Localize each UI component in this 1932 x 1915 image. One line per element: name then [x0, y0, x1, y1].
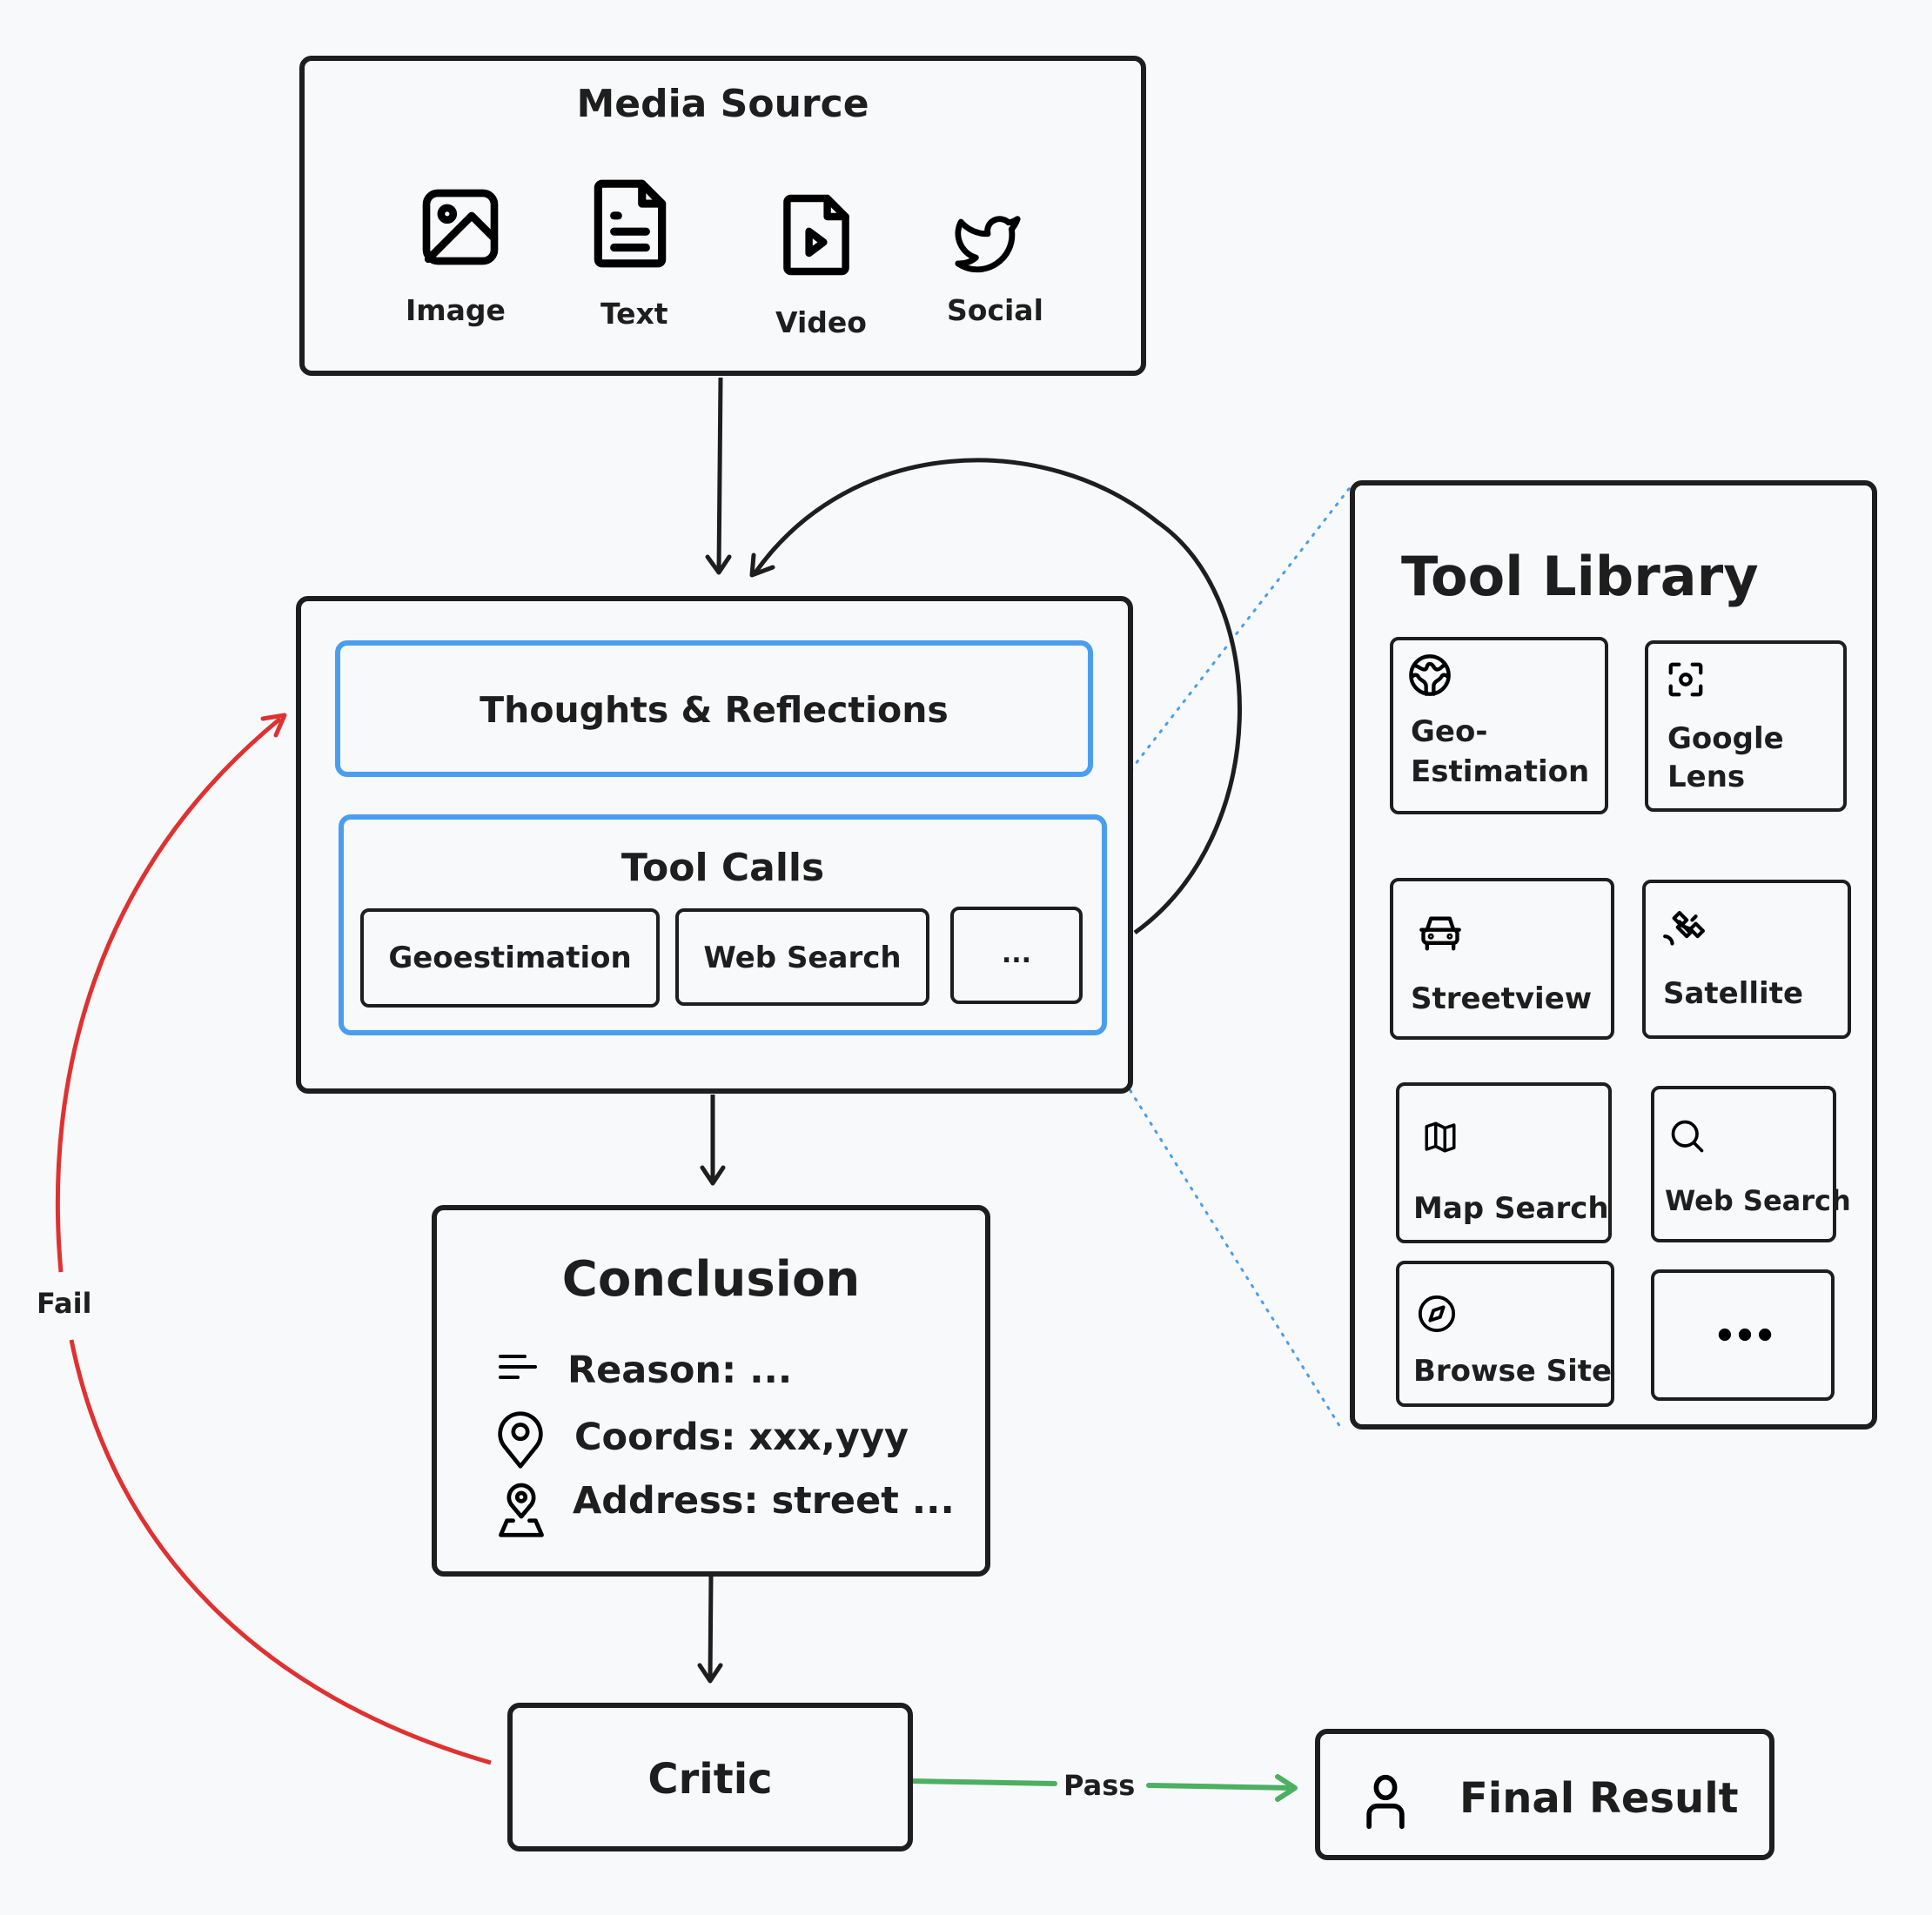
final-result-node: Final Result [1315, 1729, 1774, 1860]
conclusion-address: Address: street ... [573, 1479, 955, 1523]
media-item-label-text: Text [600, 297, 668, 331]
media-item-label-image: Image [406, 293, 506, 327]
document-text-icon [589, 176, 671, 271]
conclusion-title: Conclusion [561, 1251, 861, 1308]
tool-card-web-search[interactable]: Web Search [1651, 1086, 1851, 1242]
tool-card-streetview[interactable]: Streetview [1390, 878, 1614, 1040]
media-item-label-social: Social [947, 293, 1043, 327]
agent-panel: Thoughts & Reflections Tool Calls Geoest… [296, 596, 1133, 1094]
arrow-conclusion-to-critic [708, 1576, 714, 1680]
tool-call-label: ... [1001, 939, 1032, 969]
pass-edge-label: Pass [1063, 1769, 1136, 1802]
focus-scan-icon [1666, 660, 1706, 700]
arrowhead-loop [749, 552, 775, 578]
thoughts-reflections-label: Thoughts & Reflections [480, 689, 949, 731]
tool-card-label: Browse Site [1413, 1354, 1613, 1389]
text-lines-icon [496, 1349, 540, 1384]
media-item-label-video: Video [775, 305, 867, 339]
map-icon [1422, 1119, 1459, 1155]
map-location-icon [496, 1482, 547, 1539]
tool-card-geo-estimation[interactable]: Geo- Estimation [1390, 637, 1608, 814]
tool-call-label: Geoestimation [388, 941, 632, 975]
critic-node: Critic [507, 1703, 913, 1851]
tool-call-geoestimation[interactable]: Geoestimation [360, 908, 660, 1008]
tool-call-web-search[interactable]: Web Search [675, 908, 929, 1006]
tool-card-browse-site[interactable]: Browse Site [1396, 1261, 1614, 1407]
tool-card-label: Geo- [1411, 714, 1488, 749]
tool-call-more[interactable]: ... [950, 907, 1083, 1004]
image-icon [415, 182, 506, 272]
video-file-icon [780, 190, 853, 280]
final-result-label: Final Result [1459, 1774, 1739, 1823]
arrow-media-to-agent [716, 377, 723, 572]
compass-icon [1417, 1294, 1457, 1334]
conclusion-panel: Conclusion Reason: ... Coords: xxx,yyy A… [432, 1205, 990, 1577]
arrowhead-agent-to-conclusion [700, 1165, 726, 1186]
tool-card-more[interactable] [1651, 1269, 1835, 1401]
tool-card-map-search[interactable]: Map Search [1396, 1082, 1612, 1243]
globe-icon [1407, 653, 1452, 698]
user-icon [1364, 1773, 1407, 1831]
twitter-bird-icon [949, 207, 1027, 278]
media-source-title: Media Source [576, 82, 869, 126]
zoom-guide-bottom [1093, 1032, 1342, 1429]
arrowhead-conclusion-to-critic [697, 1663, 723, 1684]
arrowhead-media-to-agent [705, 554, 732, 575]
zoom-guide-top [1094, 484, 1353, 817]
search-icon [1668, 1117, 1707, 1155]
more-dots-icon [1717, 1327, 1773, 1343]
tool-card-satellite[interactable]: Satellite [1642, 880, 1851, 1039]
tool-card-label: Lens [1667, 760, 1746, 794]
critic-label: Critic [647, 1755, 773, 1804]
tool-card-label: Map Search [1413, 1191, 1609, 1226]
tool-library-title: Tool Library [1401, 545, 1759, 608]
car-icon [1418, 914, 1463, 953]
tool-card-label: Satellite [1663, 976, 1804, 1011]
tool-call-label: Web Search [703, 941, 902, 975]
tool-card-label: Estimation [1411, 754, 1590, 789]
thoughts-reflections-box: Thoughts & Reflections [335, 640, 1093, 777]
tool-library-panel: Tool Library Geo- Estimation Google Lens… [1350, 480, 1877, 1430]
tool-card-label: Google [1667, 721, 1784, 756]
fail-edge-label: Fail [37, 1287, 92, 1320]
satellite-icon [1661, 911, 1705, 954]
tool-card-google-lens[interactable]: Google Lens [1645, 640, 1847, 812]
arrowhead-pass [1275, 1774, 1298, 1802]
conclusion-reason: Reason: ... [567, 1349, 793, 1392]
arrowhead-fail [260, 713, 287, 738]
tool-card-label: Web Search [1665, 1184, 1851, 1217]
map-pin-icon [496, 1407, 545, 1473]
conclusion-coords: Coords: xxx,yyy [574, 1416, 909, 1459]
tool-calls-title: Tool Calls [621, 846, 825, 890]
tool-calls-box: Tool Calls Geoestimation Web Search ... [339, 814, 1107, 1035]
tool-card-label: Streetview [1411, 981, 1593, 1016]
media-source-panel: Media Source Image Text Video Social [299, 56, 1146, 376]
